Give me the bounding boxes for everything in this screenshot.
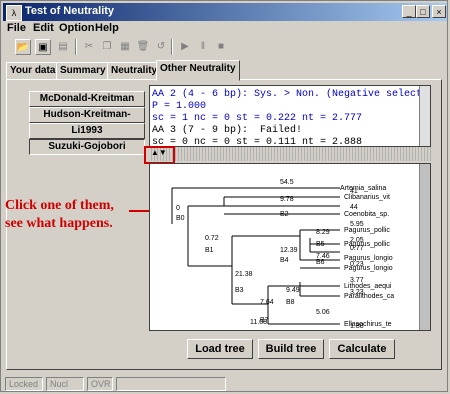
output-line: AA 3 (7 - 9 bp): Failed! <box>152 125 303 136</box>
node-label: B6 <box>316 259 325 266</box>
branch-length: 3.77 <box>350 277 364 284</box>
title-bar: λ Test of Neutrality _ □ × <box>3 3 447 21</box>
status-nucl: Nucl <box>46 377 84 391</box>
status-locked: Locked <box>5 377 43 391</box>
cut-icon[interactable]: ✂ <box>81 39 97 55</box>
menu-file[interactable]: File <box>7 22 26 34</box>
node-label: B3 <box>235 287 244 294</box>
mcdonald-kreitman-button[interactable]: McDonald-Kreitman <box>29 91 145 107</box>
paste-icon[interactable]: ▦ <box>117 39 133 55</box>
node-label: B1 <box>205 247 214 254</box>
branch-length: 5.06 <box>316 309 330 316</box>
status-ovr: OVR <box>87 377 113 391</box>
output-line: sc = 0 nc = 0 st = 0.111 nt = 2.888 <box>152 137 363 147</box>
menu-option[interactable]: Option <box>59 22 94 34</box>
output-text-area[interactable]: AA 2 (4 - 6 bp): Sys. > Non. (Negative s… <box>149 85 431 147</box>
menu-edit[interactable]: Edit <box>33 22 54 34</box>
node-label: B8 <box>286 299 295 306</box>
node-label: B5 <box>316 241 325 248</box>
status-message <box>116 377 226 391</box>
callout-line-1: Click one of them, <box>5 198 114 213</box>
tree-diagram: Artemia_salina Clibanarius_vit Coenobita… <box>171 179 394 330</box>
hka-button[interactable]: Hudson-Kreitman-Aquade <box>29 107 145 134</box>
split-pane-divider[interactable]: ▲▼ <box>149 147 431 161</box>
copy-icon[interactable]: ❐ <box>99 39 115 55</box>
toolbar-separator-2 <box>171 39 173 55</box>
branch-length: 9.78 <box>280 196 294 203</box>
minimize-button[interactable]: _ <box>402 5 416 18</box>
branch-length: 0.72 <box>205 235 219 242</box>
branch-length: 41 <box>350 188 358 195</box>
menu-help[interactable]: Help <box>95 22 119 34</box>
maximize-button[interactable]: □ <box>416 5 430 18</box>
calculate-button[interactable]: Calculate <box>329 339 395 359</box>
tab-other-neutrality[interactable]: Other Neutrality <box>156 60 240 81</box>
callout-line-2: see what happens. <box>5 216 113 231</box>
branch-length: 54.5 <box>280 179 294 186</box>
li1993-button[interactable]: Li1993 <box>29 123 145 139</box>
branch-length: 0.77 <box>350 245 364 252</box>
tab-neutrality[interactable]: Neutrality <box>107 62 162 80</box>
close-button[interactable]: × <box>432 5 446 18</box>
output-scrollbar[interactable] <box>419 86 430 146</box>
branch-length: 3.23 <box>350 289 364 296</box>
branch-length: 44 <box>350 204 358 211</box>
highlight-box <box>144 146 175 164</box>
node-label: B4 <box>280 257 289 264</box>
save-icon[interactable]: ▣ <box>35 39 51 55</box>
build-tree-button[interactable]: Build tree <box>258 339 324 359</box>
window-title: Test of Neutrality <box>25 5 115 17</box>
node-label: B0 <box>176 215 185 222</box>
open-file-icon[interactable]: 📂 <box>15 39 31 55</box>
stop-icon[interactable]: ■ <box>213 39 229 55</box>
suzuki-gojobori-button[interactable]: Suzuki-Gojobori <box>29 139 145 155</box>
node-label: B7 <box>260 317 269 324</box>
app-icon: λ <box>6 5 22 21</box>
taxon-label: Clibanarius_vit <box>344 194 390 201</box>
branch-length: 7.64 <box>260 299 274 306</box>
branch-length: 12.39 <box>280 247 298 254</box>
print-icon[interactable]: ▤ <box>55 39 71 55</box>
load-tree-button[interactable]: Load tree <box>187 339 253 359</box>
tab-summary[interactable]: Summary <box>56 62 110 80</box>
phylogenetic-tree-view[interactable]: Artemia_salina Clibanarius_vit Coenobita… <box>149 163 431 331</box>
branch-length: 21.38 <box>235 271 253 278</box>
taxon-label: Artemia_salina <box>340 185 386 192</box>
branch-length: 9.49 <box>286 287 300 294</box>
tab-your-data[interactable]: Your data <box>6 62 60 80</box>
main-window: λ Test of Neutrality _ □ × File Edit Opt… <box>0 0 448 392</box>
output-line: sc = 1 nc = 0 st = 0.222 nt = 2.777 <box>152 113 363 124</box>
branch-length: 1.88 <box>350 323 364 330</box>
play-icon[interactable]: ▶ <box>177 39 193 55</box>
output-line: P = 1.000 <box>152 101 207 112</box>
toolbar: 📂 ▣ ▤ ✂ ❐ ▦ 🗑 ↺ ▶ ‖ ■ <box>5 39 445 57</box>
branch-length: 5.95 <box>350 221 364 228</box>
branch-length: 0 <box>176 205 180 212</box>
branch-length: 0.23 <box>350 261 364 268</box>
pause-icon[interactable]: ‖ <box>195 39 211 55</box>
toolbar-separator <box>75 39 77 55</box>
node-label: B2 <box>280 211 289 218</box>
output-line: AA 2 (4 - 6 bp): Sys. > Non. (Negative s… <box>152 89 431 100</box>
branch-length: 8.29 <box>316 229 330 236</box>
delete-icon[interactable]: 🗑 <box>135 39 151 55</box>
taxon-label: Coenobita_sp. <box>344 211 389 218</box>
taxon-label: Pagurus_pollic <box>344 227 390 234</box>
branch-length: 2.05 <box>350 237 364 244</box>
undo-icon[interactable]: ↺ <box>153 39 169 55</box>
instruction-callout: Click one of them, see what happens. <box>5 197 114 233</box>
tree-scrollbar[interactable] <box>419 164 430 330</box>
